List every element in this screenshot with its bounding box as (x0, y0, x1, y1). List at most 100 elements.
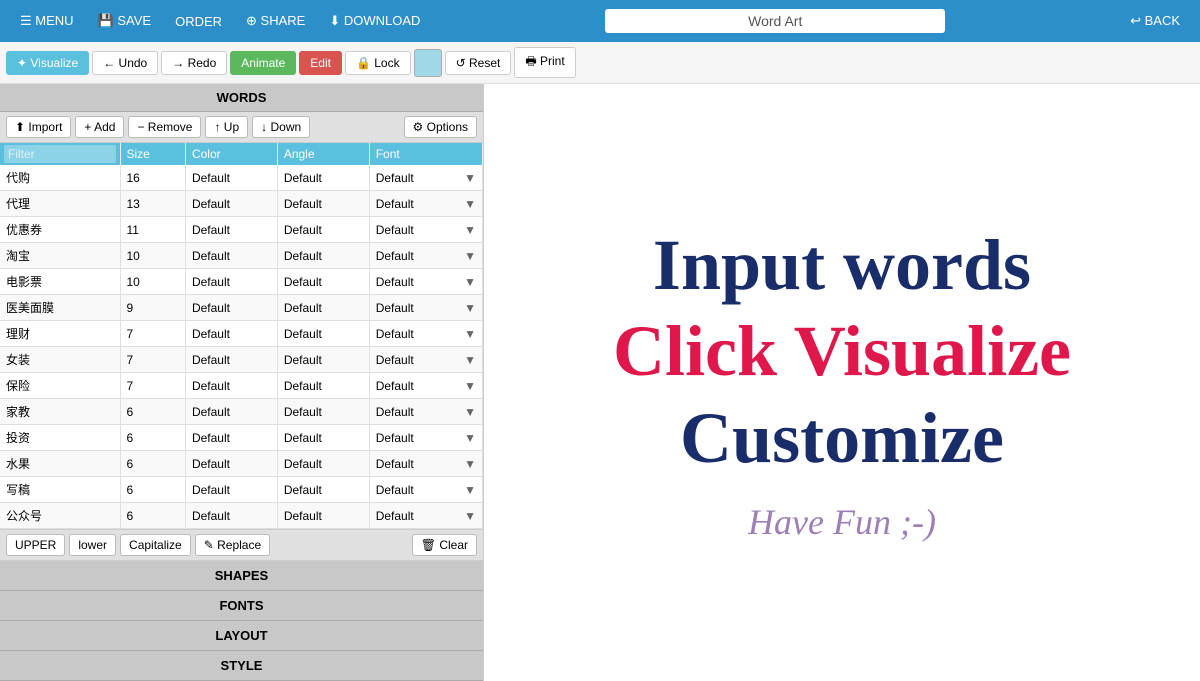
size-cell: 6 (120, 425, 185, 451)
replace-button[interactable]: ✎ Replace (195, 534, 270, 556)
table-row[interactable]: 优惠券 11 Default Default Default ▼ (0, 217, 483, 243)
options-button[interactable]: ⚙ Options (404, 116, 477, 138)
save-button[interactable]: 💾 SAVE (88, 9, 162, 33)
size-cell: 9 (120, 295, 185, 321)
row-dropdown[interactable]: ▼ (464, 405, 476, 419)
filter-column[interactable] (0, 143, 120, 165)
layout-section[interactable]: LAYOUT (0, 621, 483, 651)
redo-button[interactable]: → Redo (161, 51, 227, 75)
color-cell: Default (185, 217, 277, 243)
undo-button[interactable]: ← Undo (92, 51, 158, 75)
upper-button[interactable]: UPPER (6, 534, 65, 556)
word-cell: 代理 (0, 191, 120, 217)
word-cell: 代购 (0, 165, 120, 191)
table-row[interactable]: 代理 13 Default Default Default ▼ (0, 191, 483, 217)
filter-input[interactable] (4, 145, 116, 163)
font-cell: Default ▼ (369, 399, 482, 425)
word-cell: 保险 (0, 373, 120, 399)
title-bar (434, 9, 1116, 33)
animate-button[interactable]: Animate (230, 51, 296, 75)
table-row[interactable]: 投资 6 Default Default Default ▼ (0, 425, 483, 451)
table-row[interactable]: 写稿 6 Default Default Default ▼ (0, 477, 483, 503)
angle-cell: Default (277, 269, 369, 295)
size-cell: 6 (120, 399, 185, 425)
fonts-section[interactable]: FONTS (0, 591, 483, 621)
style-section[interactable]: STYLE (0, 651, 483, 681)
row-dropdown[interactable]: ▼ (464, 171, 476, 185)
angle-cell: Default (277, 373, 369, 399)
row-dropdown[interactable]: ▼ (464, 379, 476, 393)
up-button[interactable]: ↑ Up (205, 116, 248, 138)
row-dropdown[interactable]: ▼ (464, 197, 476, 211)
table-row[interactable]: 女装 7 Default Default Default ▼ (0, 347, 483, 373)
table-row[interactable]: 电影票 10 Default Default Default ▼ (0, 269, 483, 295)
share-button[interactable]: ⊕ SHARE (236, 9, 315, 33)
size-cell: 11 (120, 217, 185, 243)
word-cell: 医美面膜 (0, 295, 120, 321)
angle-cell: Default (277, 477, 369, 503)
secondary-toolbar: ✦ Visualize ← Undo → Redo Animate Edit 🔒… (0, 42, 1200, 84)
color-column-header: Color (185, 143, 277, 165)
row-dropdown[interactable]: ▼ (464, 431, 476, 445)
row-dropdown[interactable]: ▼ (464, 457, 476, 471)
top-navbar: ☰ MENU 💾 SAVE ORDER ⊕ SHARE ⬇ DOWNLOAD ↩… (0, 0, 1200, 42)
size-cell: 10 (120, 243, 185, 269)
menu-button[interactable]: ☰ MENU (10, 9, 84, 33)
row-dropdown[interactable]: ▼ (464, 509, 476, 523)
add-button[interactable]: + Add (75, 116, 124, 138)
canvas-line-3: Customize (680, 395, 1004, 481)
angle-cell: Default (277, 451, 369, 477)
font-cell: Default ▼ (369, 347, 482, 373)
remove-button[interactable]: − Remove (128, 116, 201, 138)
table-row[interactable]: 代购 16 Default Default Default ▼ (0, 165, 483, 191)
visualize-button[interactable]: ✦ Visualize (6, 51, 89, 75)
size-column-header: Size (120, 143, 185, 165)
word-cell: 投资 (0, 425, 120, 451)
edit-button[interactable]: Edit (299, 51, 342, 75)
word-cell: 女装 (0, 347, 120, 373)
down-button[interactable]: ↓ Down (252, 116, 310, 138)
import-button[interactable]: ⬆ Import (6, 116, 71, 138)
lower-button[interactable]: lower (69, 534, 116, 556)
table-row[interactable]: 家教 6 Default Default Default ▼ (0, 399, 483, 425)
row-dropdown[interactable]: ▼ (464, 353, 476, 367)
table-row[interactable]: 理财 7 Default Default Default ▼ (0, 321, 483, 347)
lock-button[interactable]: 🔒 Lock (345, 51, 411, 75)
angle-cell: Default (277, 425, 369, 451)
size-cell: 6 (120, 503, 185, 529)
table-row[interactable]: 保险 7 Default Default Default ▼ (0, 373, 483, 399)
row-dropdown[interactable]: ▼ (464, 301, 476, 315)
row-dropdown[interactable]: ▼ (464, 223, 476, 237)
word-cell: 水果 (0, 451, 120, 477)
clear-button[interactable]: 🗑 Clear (412, 534, 477, 556)
row-dropdown[interactable]: ▼ (464, 483, 476, 497)
reset-button[interactable]: ↺ Reset (445, 51, 512, 75)
row-dropdown[interactable]: ▼ (464, 327, 476, 341)
title-input[interactable] (605, 9, 945, 33)
table-row[interactable]: 公众号 6 Default Default Default ▼ (0, 503, 483, 529)
size-cell: 7 (120, 321, 185, 347)
angle-cell: Default (277, 295, 369, 321)
angle-cell: Default (277, 191, 369, 217)
color-swatch[interactable] (414, 49, 442, 77)
print-button[interactable]: 🖶 Print (514, 47, 575, 78)
table-row[interactable]: 淘宝 10 Default Default Default ▼ (0, 243, 483, 269)
row-dropdown[interactable]: ▼ (464, 249, 476, 263)
word-cell: 淘宝 (0, 243, 120, 269)
download-button[interactable]: ⬇ DOWNLOAD (319, 9, 430, 33)
canvas-line-fun: Have Fun ;-) (748, 501, 936, 543)
size-cell: 10 (120, 269, 185, 295)
back-button[interactable]: ↩ BACK (1120, 9, 1190, 33)
color-cell: Default (185, 321, 277, 347)
font-cell: Default ▼ (369, 373, 482, 399)
order-button[interactable]: ORDER (165, 10, 232, 33)
capitalize-button[interactable]: Capitalize (120, 534, 191, 556)
angle-cell: Default (277, 243, 369, 269)
table-row[interactable]: 水果 6 Default Default Default ▼ (0, 451, 483, 477)
row-dropdown[interactable]: ▼ (464, 275, 476, 289)
size-cell: 16 (120, 165, 185, 191)
shapes-section[interactable]: SHAPES (0, 561, 483, 591)
table-row[interactable]: 医美面膜 9 Default Default Default ▼ (0, 295, 483, 321)
words-table-wrap[interactable]: Size Color Angle Font 代购 16 Default Defa… (0, 143, 483, 529)
case-bar: UPPER lower Capitalize ✎ Replace 🗑 Clear (0, 529, 483, 560)
